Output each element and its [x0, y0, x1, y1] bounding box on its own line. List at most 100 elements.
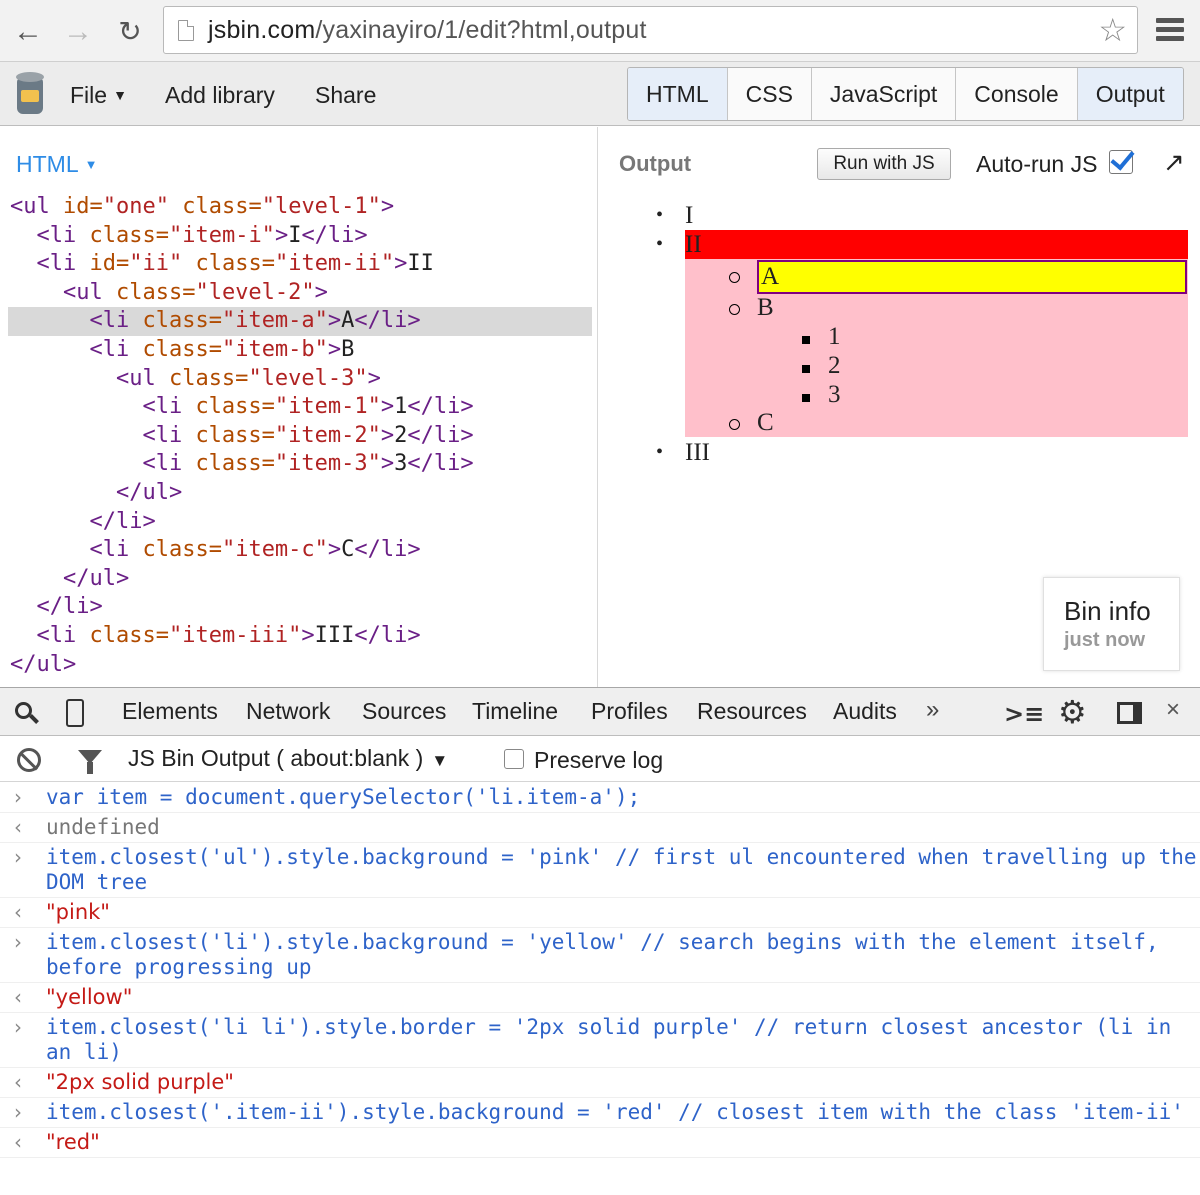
html-panel-label[interactable]: HTML ▼: [16, 151, 98, 178]
code-line[interactable]: </ul>: [10, 651, 592, 680]
code-line[interactable]: <li id="ii" class="item-ii">II: [10, 250, 592, 279]
add-library-menu[interactable]: Add library: [165, 82, 275, 109]
code-token: "item-i": [168, 222, 275, 248]
tab-sources[interactable]: Sources: [362, 698, 446, 725]
tab-javascript[interactable]: JavaScript: [812, 68, 957, 120]
code-line[interactable]: <li class="item-i">I</li>: [10, 222, 592, 251]
tab-elements[interactable]: Elements: [122, 698, 218, 725]
code-token: "ii": [129, 251, 196, 277]
hamburger-menu-icon[interactable]: [1156, 18, 1184, 44]
preserve-log-checkbox[interactable]: [504, 749, 524, 769]
tab-timeline[interactable]: Timeline: [472, 698, 558, 725]
bullet-icon: •: [656, 441, 664, 463]
prompt-chevron-icon: ›: [14, 785, 22, 809]
console-result-row: ‹ "red": [0, 1128, 1200, 1158]
code-line[interactable]: </ul>: [10, 479, 592, 508]
code-token: >: [327, 537, 342, 563]
tab-resources[interactable]: Resources: [697, 698, 807, 725]
console-input-row: › item.closest('li li').style.border = '2…: [0, 1013, 1200, 1068]
back-arrow-icon[interactable]: ←: [10, 14, 46, 50]
tab-network[interactable]: Network: [246, 698, 330, 725]
output-panel: Output Run with JS Auto-run JS ↗ • I • I…: [599, 127, 1200, 687]
tab-css[interactable]: CSS: [728, 68, 812, 120]
code-token: <li: [89, 336, 143, 362]
item-b-text: B: [757, 294, 774, 321]
code-token: <li: [36, 251, 90, 277]
code-line[interactable]: <li class="item-1">1</li>: [10, 393, 592, 422]
code-token: >: [380, 194, 395, 219]
preserve-log-label: Preserve log: [534, 747, 664, 773]
share-menu[interactable]: Share: [315, 82, 376, 109]
code-line[interactable]: <li class="item-2">2</li>: [10, 422, 592, 451]
code-line[interactable]: <ul id="one" class="level-1">: [10, 193, 592, 222]
code-line[interactable]: <li class="item-b">B: [10, 336, 592, 365]
result-chevron-icon: ‹: [14, 900, 22, 924]
item-i-text: I: [685, 202, 694, 229]
context-select[interactable]: JS Bin Output ( about:blank ) ▼: [128, 745, 448, 772]
item-iii-text: III: [685, 439, 710, 466]
tab-output[interactable]: Output: [1077, 68, 1183, 120]
bookmark-star-icon[interactable]: ☆: [1098, 12, 1127, 48]
panel-tabs: HTML CSS JavaScript Console Output: [627, 67, 1184, 121]
output-panel-label: Output: [619, 151, 692, 176]
code-token: class=: [195, 422, 275, 448]
autorun-checkbox[interactable]: [1109, 150, 1133, 174]
bin-info-card[interactable]: Bin info just now: [1043, 577, 1180, 671]
address-bar[interactable]: jsbin.com/yaxinayiro/1/edit?html,output …: [163, 6, 1138, 54]
jsbin-logo-icon[interactable]: [14, 72, 46, 116]
run-with-js-button[interactable]: Run with JS: [817, 148, 951, 180]
tab-audits[interactable]: Audits: [833, 698, 897, 725]
code-token: <li: [36, 622, 90, 648]
code-token: A: [341, 308, 355, 334]
code-line[interactable]: <ul class="level-2">: [10, 279, 592, 308]
code-token: </li>: [354, 537, 421, 563]
console-drawer-icon[interactable]: >≡: [1004, 700, 1044, 728]
more-tabs-icon[interactable]: »: [926, 696, 939, 724]
code-editor[interactable]: <ul id="one" class="level-1"> <li class=…: [8, 193, 592, 680]
code-line[interactable]: <li class="item-a">A</li>: [8, 307, 592, 336]
code-line[interactable]: </ul>: [10, 565, 592, 594]
square-bullet-icon: [802, 365, 810, 373]
device-mode-icon[interactable]: [66, 699, 84, 727]
item-2-text: 2: [828, 352, 841, 379]
item-c-text: C: [757, 409, 774, 436]
code-line[interactable]: </li>: [10, 508, 592, 537]
context-select-value: JS Bin Output ( about:blank ): [128, 745, 424, 771]
code-line[interactable]: <ul class="level-3">: [10, 365, 592, 394]
code-line[interactable]: <li class="item-3">3</li>: [10, 450, 592, 479]
square-bullet-icon: [802, 336, 810, 344]
filter-icon[interactable]: [78, 750, 102, 774]
clear-console-icon[interactable]: [17, 748, 41, 772]
code-line[interactable]: </li>: [10, 593, 592, 622]
popout-arrow-icon[interactable]: ↗: [1163, 147, 1185, 178]
code-token: "item-3": [274, 451, 381, 477]
url-text[interactable]: jsbin.com/yaxinayiro/1/edit?html,output: [208, 16, 647, 45]
tab-profiles[interactable]: Profiles: [591, 698, 668, 725]
console-text: "yellow": [46, 985, 133, 1009]
gear-icon[interactable]: ⚙: [1058, 693, 1087, 731]
devtools-panel: Elements Network Sources Timeline Profil…: [0, 687, 1200, 1195]
tab-html[interactable]: HTML: [628, 68, 728, 120]
circle-bullet-icon: [729, 304, 740, 315]
search-icon[interactable]: [15, 702, 39, 724]
tab-console[interactable]: Console: [956, 68, 1078, 120]
code-token: >: [380, 422, 395, 448]
code-token: </li>: [301, 222, 368, 248]
code-token: I: [288, 222, 302, 248]
dock-side-icon[interactable]: [1117, 702, 1142, 724]
code-token: "one": [102, 194, 183, 219]
console-result-row: ‹ "pink": [0, 898, 1200, 928]
code-line[interactable]: <li class="item-iii">III</li>: [10, 622, 592, 651]
file-menu[interactable]: File ▼: [70, 82, 127, 109]
code-token: <li: [142, 422, 196, 448]
autorun-label: Auto-run JS: [976, 151, 1098, 177]
code-token: class=: [195, 394, 275, 420]
bin-info-title: Bin info: [1064, 596, 1151, 626]
console-text: item.closest('.item-ii').style.backgroun…: [46, 1100, 1184, 1124]
reload-icon[interactable]: ↻: [112, 14, 148, 50]
code-line[interactable]: <li class="item-c">C</li>: [10, 536, 592, 565]
forward-arrow-icon[interactable]: →: [60, 14, 96, 50]
close-icon[interactable]: ×: [1166, 696, 1180, 724]
